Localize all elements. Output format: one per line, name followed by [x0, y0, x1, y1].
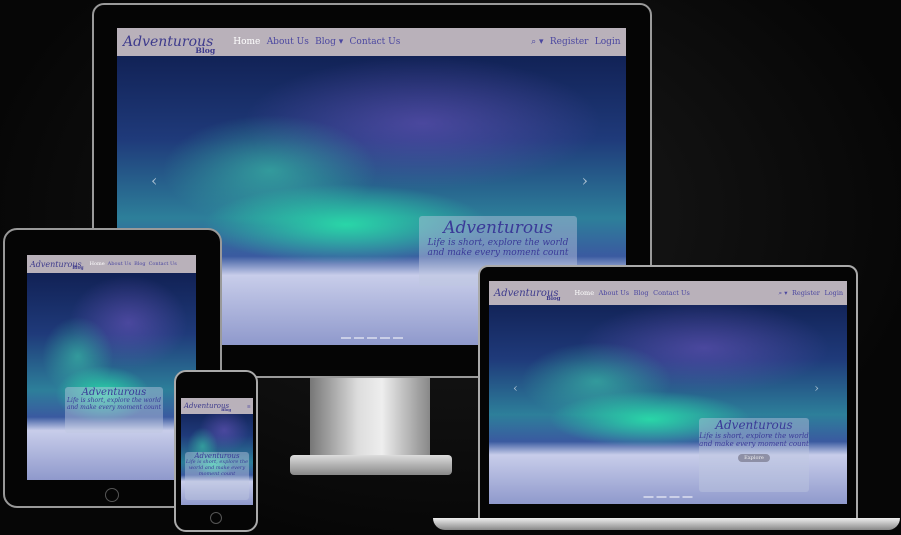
- logo-sub: Blog: [221, 407, 232, 413]
- nav-login[interactable]: Login: [824, 289, 843, 298]
- carousel-next[interactable]: ›: [582, 171, 588, 190]
- nav-register[interactable]: Register: [792, 289, 820, 298]
- home-button[interactable]: [210, 512, 222, 524]
- nav-blog[interactable]: Blog ▾: [315, 37, 343, 47]
- phone-screen: Adventurous Blog ☰ Adventurous Life is sh…: [181, 398, 253, 505]
- carousel-next[interactable]: ›: [814, 381, 819, 395]
- tablet-screen: Adventurous Blog Home About Us Blog Conta…: [27, 255, 196, 480]
- nav-about[interactable]: About Us: [108, 261, 131, 267]
- carousel-indicators[interactable]: [643, 496, 693, 498]
- hero-subtitle: Life is short, explore the world and mak…: [427, 238, 569, 259]
- laptop: Adventurous Blog Home About Us Blog Conta…: [478, 265, 858, 520]
- logo[interactable]: Adventurous Blog: [494, 288, 561, 302]
- carousel-indicators[interactable]: [340, 337, 403, 339]
- nav-contact[interactable]: Contact Us: [149, 261, 177, 267]
- nav-blog[interactable]: Blog: [134, 261, 145, 267]
- navbar: Adventurous Blog Home About Us Blog Conta…: [27, 255, 196, 273]
- carousel-prev[interactable]: ‹: [151, 171, 157, 190]
- logo[interactable]: Adventurous Blog: [184, 402, 232, 413]
- hero-subtitle: Life is short, explore the world and mak…: [185, 459, 249, 477]
- hero-title: Adventurous: [443, 218, 553, 238]
- monitor-base: [290, 455, 452, 475]
- logo-sub: Blog: [195, 45, 216, 55]
- hero-caption: Adventurous Life is short, explore the w…: [185, 452, 249, 500]
- monitor-stand: [310, 378, 430, 458]
- nav-blog-label: Blog: [315, 37, 336, 47]
- hero-subtitle: Life is short, explore the world and mak…: [699, 432, 809, 449]
- nav-home[interactable]: Home: [574, 289, 594, 297]
- laptop-screen: Adventurous Blog Home About Us Blog Conta…: [489, 281, 847, 504]
- home-button[interactable]: [105, 488, 119, 502]
- navbar: Adventurous Blog Home About Us Blog Conta…: [489, 281, 847, 305]
- nav-home[interactable]: Home: [233, 37, 260, 47]
- hero-title: Adventurous: [715, 418, 793, 432]
- caret-down-icon: ▾: [338, 37, 344, 47]
- navbar: Adventurous Blog Home About Us Blog ▾ Con…: [117, 28, 626, 56]
- search-icon[interactable]: ⌕ ▾: [778, 289, 787, 298]
- nav-register[interactable]: Register: [550, 37, 589, 47]
- logo-sub: Blog: [546, 295, 561, 302]
- nav-contact[interactable]: Contact Us: [653, 289, 690, 297]
- explore-button[interactable]: Explore: [738, 454, 770, 463]
- hero-subtitle: Life is short, explore the world and mak…: [66, 397, 162, 411]
- menu-toggle-icon[interactable]: ☰: [247, 404, 253, 409]
- logo[interactable]: Adventurous Blog: [123, 34, 215, 55]
- nav-login[interactable]: Login: [595, 37, 621, 47]
- nav-contact[interactable]: Contact Us: [350, 37, 401, 47]
- nav-blog[interactable]: Blog: [634, 289, 649, 297]
- nav-home[interactable]: Home: [90, 261, 105, 267]
- carousel-prev[interactable]: ‹: [513, 381, 518, 395]
- search-icon[interactable]: ⌕ ▾: [531, 37, 543, 47]
- hero-caption: Adventurous Life is short, explore the w…: [65, 387, 163, 433]
- nav-about[interactable]: About Us: [267, 37, 309, 47]
- laptop-base: [433, 518, 900, 530]
- hero-caption: Adventurous Life is short, explore the w…: [699, 418, 809, 492]
- navbar: Adventurous Blog ☰: [181, 398, 253, 414]
- logo[interactable]: Adventurous Blog: [30, 260, 84, 272]
- nav-about[interactable]: About Us: [599, 289, 629, 297]
- phone: Adventurous Blog ☰ Adventurous Life is sh…: [174, 370, 258, 532]
- logo-sub: Blog: [72, 266, 84, 272]
